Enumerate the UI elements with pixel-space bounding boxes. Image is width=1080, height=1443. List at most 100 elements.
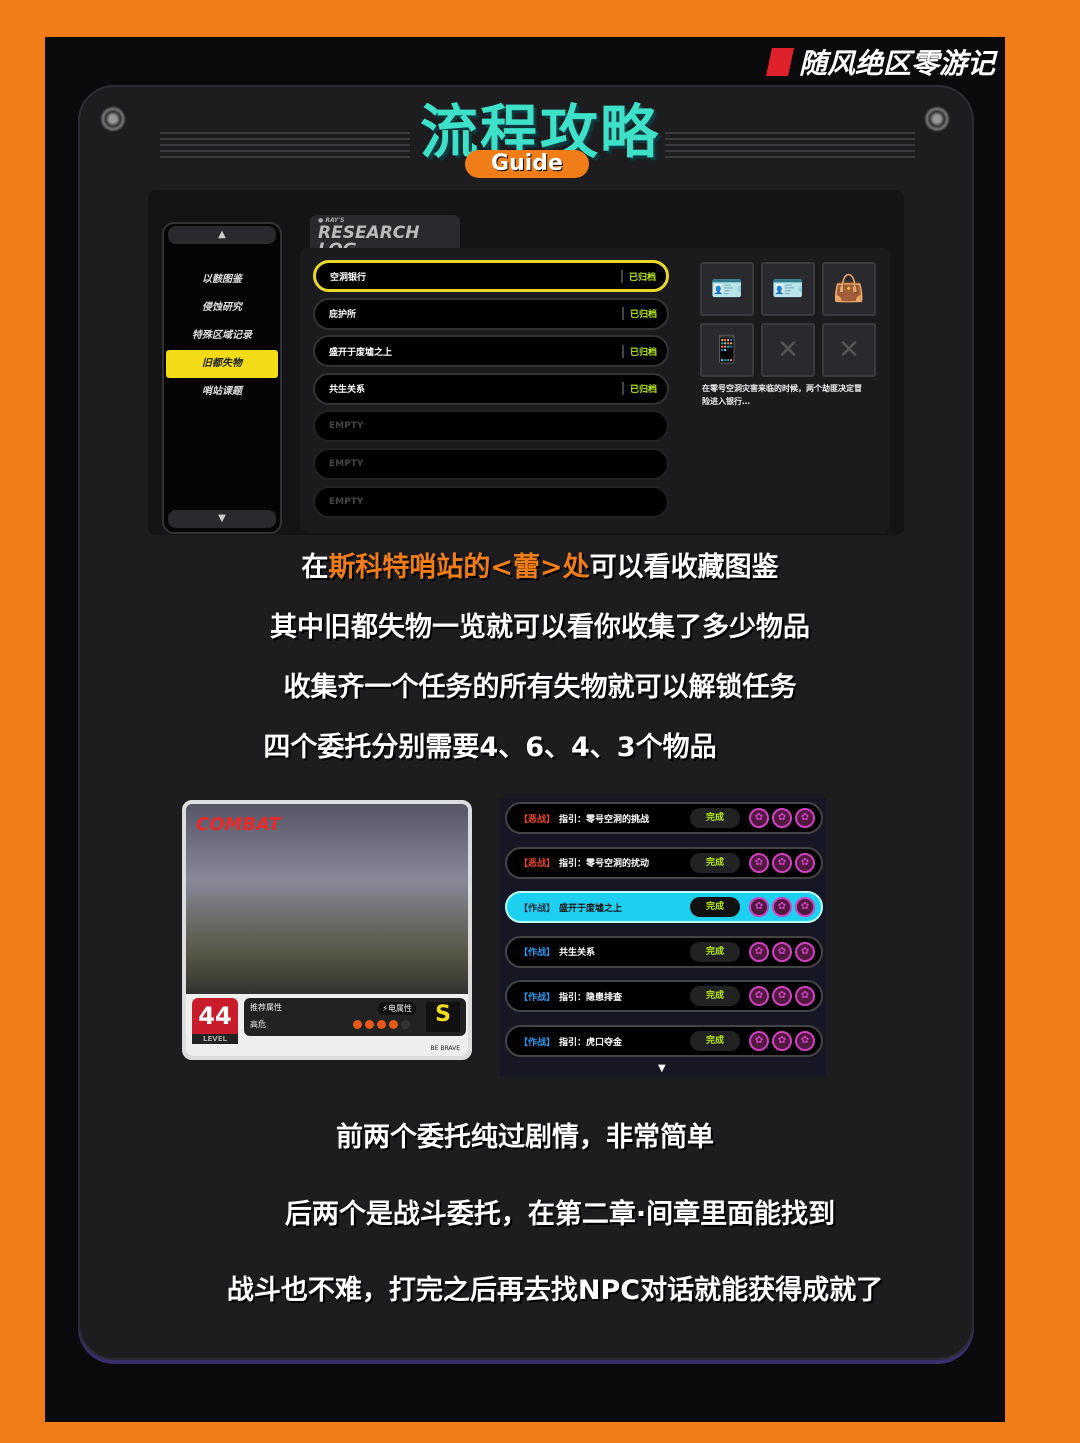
quest-status: 完成 [690, 852, 740, 873]
research-sidebar: ▲ 以骸图鉴 侵蚀研究 特殊区域记录 旧都失物 哨站课题 ▼ [162, 222, 282, 534]
caption-4: 四个委托分别需要4、6、4、3个物品 [263, 732, 717, 763]
card-icon[interactable]: 🪪 [700, 262, 754, 316]
quest-tag: 【作战】 [519, 992, 556, 1003]
reward-icon: ✿ [749, 808, 769, 828]
log-entry[interactable]: EMPTY [313, 410, 669, 443]
quest-name: 盛开于废墟之上 [559, 903, 623, 914]
combat-label: COMBAT [196, 814, 281, 835]
brand-name: 随风绝区零游记 [798, 47, 995, 80]
quest-tag: 【作战】 [519, 903, 556, 914]
entry-name: 庇护所 [329, 310, 357, 321]
entry-name: EMPTY [329, 458, 364, 469]
sidebar-item[interactable]: 旧都失物 [166, 350, 278, 378]
level-badge: 44 LEVEL [192, 998, 238, 1044]
log-entry[interactable]: 共生关系 已归档 [313, 372, 669, 405]
entry-name: EMPTY [329, 421, 364, 432]
card-info: 推荐属性 高危 ⚡电属性 S [244, 998, 466, 1036]
reward-icon: ✿ [795, 897, 815, 918]
quest-tag: 【恶战】 [519, 859, 556, 870]
watermark: 随风绝区零游记 [766, 42, 995, 82]
sidebar-item[interactable]: 特殊区域记录 [166, 322, 278, 350]
difficulty-dot [377, 1020, 386, 1029]
reward-icon: ✿ [795, 986, 815, 1007]
quest-name: 指引：零号空洞的扰动 [559, 859, 650, 870]
caption-7: 战斗也不难，打完之后再去找NPC对话就能获得成就了 [226, 1275, 884, 1306]
quest-item[interactable]: 【作战】 指引：虎口夺金 完成 ✿ ✿ ✿ [505, 1025, 823, 1057]
quest-item[interactable]: 【恶战】 指引：零号空洞的扰动 完成 ✿ ✿ ✿ [505, 846, 823, 879]
caption-3: 收集齐一个任务的所有失物就可以解锁任务 [283, 672, 797, 703]
phone-icon[interactable]: 📱 [700, 323, 754, 377]
quest-name: 指引：虎口夺金 [559, 1037, 623, 1048]
entry-name: 共生关系 [329, 385, 366, 396]
entry-list: 空洞银行 已归档 庇护所 已归档 盛开于废墟之上 已归档 共生关系 已归档 EMPTY EMPTY… [313, 260, 669, 523]
card-icon[interactable]: 🪪 [761, 262, 815, 316]
caption-5: 前两个委托纯过剧情，非常简单 [336, 1122, 714, 1153]
quest-item[interactable]: 【恶战】 指引：零号空洞的挑战 完成 ✿ ✿ ✿ [505, 802, 823, 834]
quest-item[interactable]: 【作战】 指引：隐患排查 完成 ✿ ✿ ✿ [505, 980, 823, 1013]
log-entry[interactable]: 盛开于废墟之上 已归档 [313, 335, 669, 368]
entry-status: 已归档 [620, 269, 656, 283]
entry-name: 空洞银行 [330, 272, 367, 283]
sidebar-item[interactable]: 以骸图鉴 [166, 266, 278, 294]
quest-item[interactable]: 【作战】 共生关系 完成 ✿ ✿ ✿ [505, 935, 823, 968]
scroll-down-button[interactable]: ▼ [168, 510, 276, 528]
entry-name: EMPTY [329, 496, 364, 507]
entry-description: 在零号空洞灾害来临的时候，两个劫匪决定冒险进入银行… [702, 384, 862, 406]
bag-icon[interactable]: 👜 [822, 262, 876, 316]
card-info-bar: 44 LEVEL 推荐属性 高危 ⚡电属性 S BE BRAVE [186, 994, 468, 1056]
reward-icon: ✿ [795, 1031, 815, 1051]
entry-status: 已归档 [621, 307, 657, 321]
log-entry[interactable]: 空洞银行 已归档 [313, 260, 669, 292]
reward-icon: ✿ [772, 808, 792, 828]
difficulty-dot [353, 1020, 362, 1029]
log-entry[interactable]: 庇护所 已归档 [313, 297, 669, 330]
empty-slot-icon[interactable]: ✕ [761, 323, 815, 377]
quest-status: 完成 [690, 986, 740, 1007]
reward-icon: ✿ [795, 941, 815, 962]
reward-icon: ✿ [795, 852, 815, 873]
quest-status: 完成 [690, 941, 740, 962]
page-subtitle: Guide [465, 150, 589, 178]
research-log-tab[interactable]: ● RAY'S RESEARCH LOG [310, 215, 460, 259]
logo-icon [766, 48, 794, 76]
reward-icon: ✿ [772, 1031, 792, 1051]
quest-tag: 【作战】 [519, 1037, 556, 1048]
caption-1: 在斯科特哨站的<蕾>处可以看收藏图鉴 [301, 552, 779, 583]
empty-slot-icon[interactable]: ✕ [822, 323, 876, 377]
difficulty-dots [353, 1020, 410, 1029]
quest-name: 指引：零号空洞的挑战 [559, 814, 650, 825]
sidebar-item[interactable]: 哨站课题 [166, 378, 278, 406]
reward-icon: ✿ [749, 897, 769, 918]
reward-icon: ✿ [749, 852, 769, 873]
entry-name: 盛开于废墟之上 [329, 347, 393, 358]
quest-list: 【恶战】 指引：零号空洞的挑战 完成 ✿ ✿ ✿ 【恶战】 指引：零号空洞的扰动 完成 ✿ ✿ ✿ 【作… [500, 798, 826, 1076]
entry-status: 已归档 [621, 344, 657, 358]
scroll-down-icon[interactable]: ▼ [658, 1063, 666, 1074]
reward-icon: ✿ [749, 941, 769, 962]
card-brand: BE BRAVE [430, 1045, 460, 1052]
sidebar-item[interactable]: 侵蚀研究 [166, 294, 278, 322]
difficulty-dot [365, 1020, 374, 1029]
entry-status: 已归档 [621, 382, 657, 396]
quest-tag: 【恶战】 [519, 814, 556, 825]
log-entry[interactable]: EMPTY [313, 447, 669, 480]
quest-item[interactable]: 【作战】 盛开于废墟之上 完成 ✿ ✿ ✿ [505, 891, 823, 924]
rank-badge: S [426, 1002, 460, 1032]
reward-icon: ✿ [749, 1031, 769, 1051]
quest-status: 完成 [690, 808, 740, 828]
quest-tag: 【作战】 [519, 948, 556, 959]
quest-name: 指引：隐患排查 [559, 992, 623, 1003]
difficulty-dot [401, 1020, 410, 1029]
reward-icon: ✿ [772, 852, 792, 873]
log-entry[interactable]: EMPTY [313, 485, 669, 518]
quest-status: 完成 [690, 897, 740, 918]
element-badge: ⚡电属性 [378, 1002, 416, 1015]
combat-card[interactable]: COMBAT 44 LEVEL 推荐属性 高危 ⚡电属性 S BE BRAVE [182, 800, 472, 1060]
quest-status: 完成 [690, 1031, 740, 1051]
caption-2: 其中旧都失物一览就可以看你收集了多少物品 [270, 612, 810, 643]
quest-name: 共生关系 [559, 948, 596, 959]
reward-icon: ✿ [772, 897, 792, 918]
scroll-up-button[interactable]: ▲ [168, 226, 276, 244]
difficulty-dot [389, 1020, 398, 1029]
item-grid: 🪪 🪪 👜 📱 ✕ ✕ [700, 262, 876, 377]
